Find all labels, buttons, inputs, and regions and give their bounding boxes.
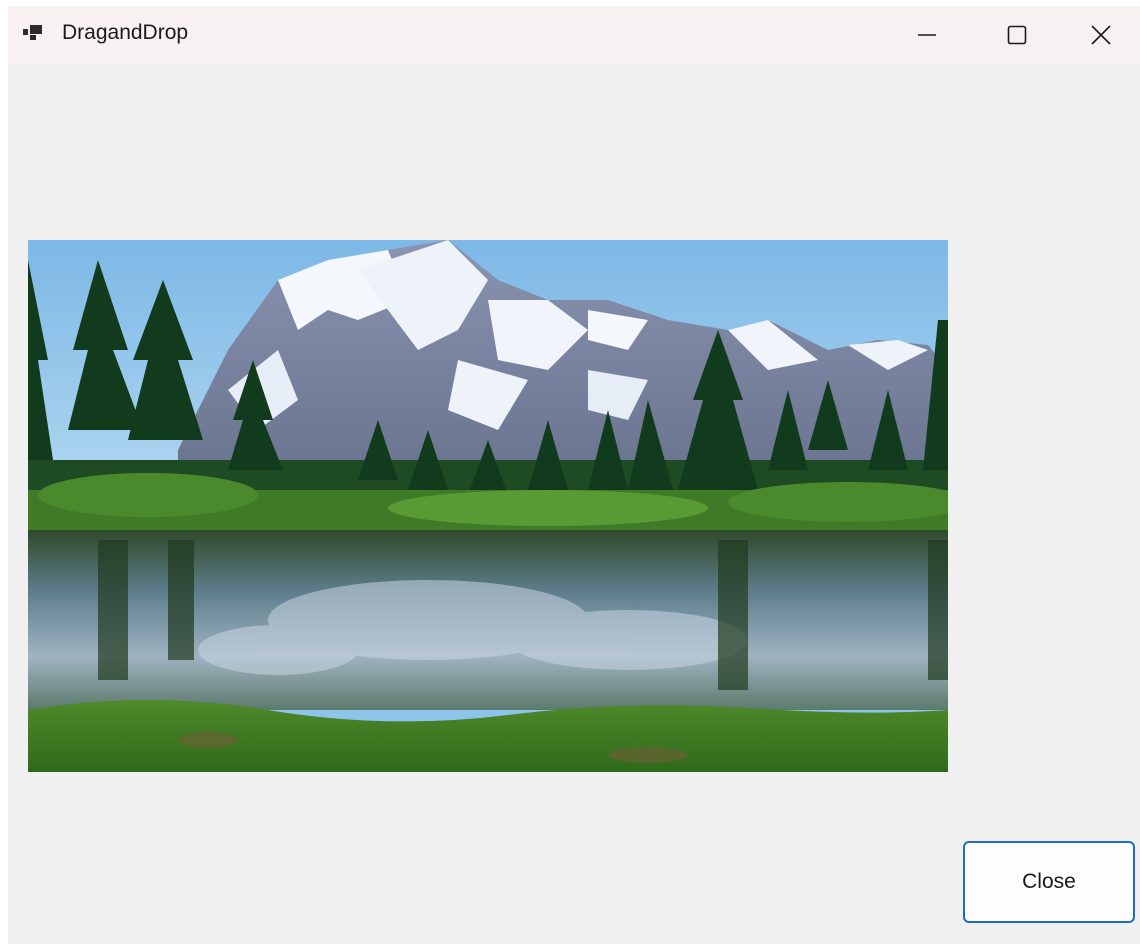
close-window-button[interactable]	[1062, 6, 1140, 64]
minimize-button[interactable]	[882, 6, 972, 64]
picture-box[interactable]	[28, 240, 948, 772]
close-icon	[1090, 24, 1112, 46]
minimize-icon	[917, 25, 937, 45]
maximize-button[interactable]	[972, 6, 1062, 64]
landscape-image	[28, 240, 948, 772]
app-icon	[23, 23, 43, 41]
close-button[interactable]: Close	[963, 841, 1135, 923]
app-window: DragandDrop Close	[8, 6, 1140, 944]
maximize-icon	[1007, 25, 1027, 45]
title-bar[interactable]: DragandDrop	[8, 6, 1140, 64]
window-title: DragandDrop	[62, 21, 189, 44]
